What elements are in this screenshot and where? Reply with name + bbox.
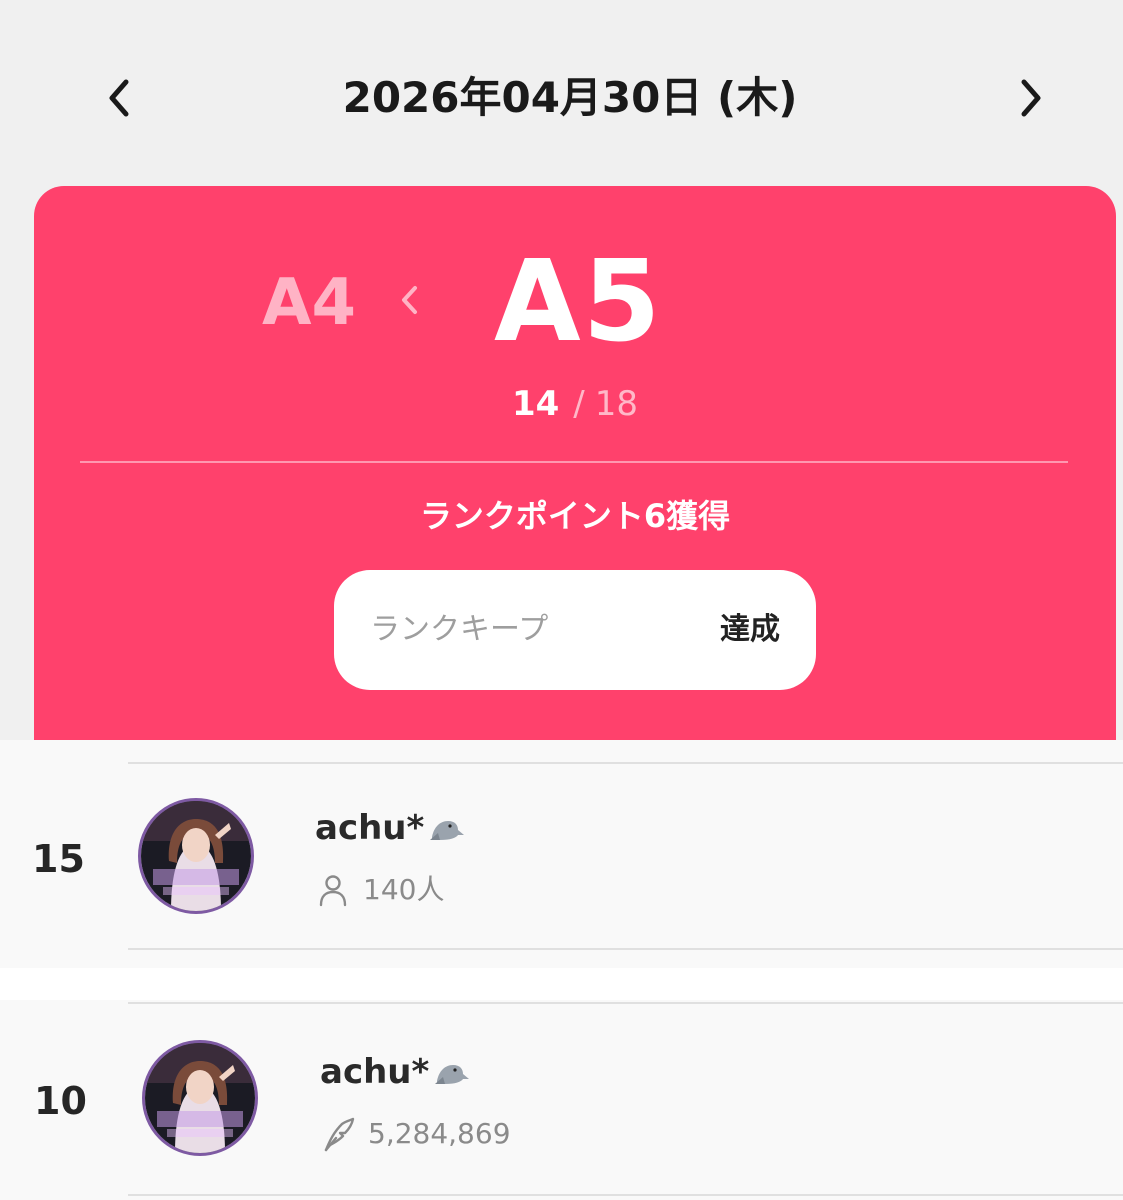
divider [128, 1194, 1123, 1196]
viewer-count: 140人 [315, 870, 615, 910]
chevron-right-icon [1021, 79, 1041, 117]
divider [128, 762, 1123, 764]
current-rank: A5 [494, 237, 663, 367]
rank-arrow-icon [392, 282, 428, 318]
seal-emoji [428, 813, 468, 843]
user-name: achu* [320, 1050, 473, 1094]
viewer-count-value: 140人 [363, 873, 445, 906]
next-day-button[interactable] [1002, 70, 1058, 126]
rank-card: A4 A5 14 /18 ランクポイント6獲得 ランクキープ 達成 [34, 186, 1116, 766]
progress-current: 14 [511, 384, 560, 424]
rank-number: 15 [32, 837, 85, 881]
divider [128, 1002, 1123, 1004]
progress-separator: / [573, 384, 585, 424]
points-value: 5,284,869 [368, 1117, 511, 1150]
feather-icon [320, 1116, 356, 1152]
person-icon [315, 872, 351, 908]
previous-rank: A4 [262, 266, 357, 340]
user-name-text: achu* [315, 808, 425, 848]
rank-keep-status: ランクキープ 達成 [334, 570, 816, 690]
rank-keep-label: ランクキープ [370, 612, 549, 647]
rank-points-earned: ランクポイント6獲得 [419, 497, 731, 535]
seal-emoji [433, 1057, 473, 1087]
user-name: achu* [315, 806, 468, 850]
avatar[interactable] [138, 798, 254, 914]
avatar[interactable] [142, 1040, 258, 1156]
divider [128, 948, 1123, 950]
chevron-left-icon [109, 79, 129, 117]
ranking-row[interactable]: 10 achu* 5,284,869 [0, 1000, 1123, 1200]
divider [80, 461, 1068, 463]
points-count: 5,284,869 [320, 1114, 620, 1154]
rank-progress: 14 /18 [34, 382, 1116, 426]
ranking-row[interactable]: 15 achu* 140人 [0, 740, 1123, 968]
date-title: 2026年04月30日 (木) [342, 73, 798, 122]
user-name-text: achu* [320, 1052, 430, 1092]
section-gap [0, 968, 1123, 1000]
previous-day-button[interactable] [92, 70, 148, 126]
rank-number: 10 [34, 1079, 87, 1123]
rank-keep-achieved: 達成 [720, 612, 780, 647]
progress-total: 18 [594, 384, 639, 424]
